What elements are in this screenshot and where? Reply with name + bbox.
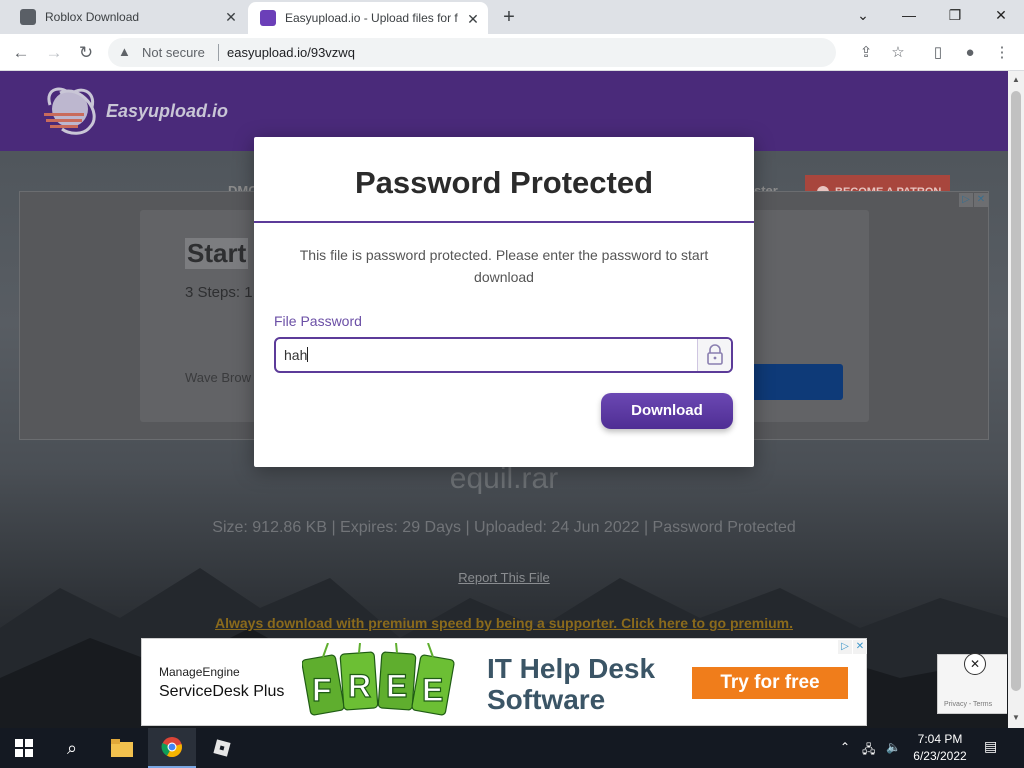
forward-button[interactable]: → [42,41,66,65]
title-divider [254,221,754,223]
address-bar[interactable]: ▲ Not secure easyupload.io/93vzwq [108,38,836,67]
tab-roblox-download[interactable]: Roblox Download ✕ [8,0,246,34]
roblox-icon [213,739,231,757]
browser-toolbar: ← → ↻ ▲ Not secure easyupload.io/93vzwq … [0,34,1024,71]
url-text[interactable]: easyupload.io/93vzwq [227,45,355,60]
ad-product: ServiceDesk Plus [159,683,285,700]
dialog-title: Password Protected [354,165,654,200]
scroll-down-icon[interactable]: ▼ [1012,713,1020,722]
clock-time: 7:04 PM [917,732,963,746]
bottom-advertisement[interactable]: ▷ ✕ ManageEngine ServiceDesk Plus F R E … [141,638,867,726]
windows-logo-icon [15,739,33,757]
profile-avatar-icon[interactable]: ● [958,41,982,65]
ad-headline-line-1: IT Help Desk [487,653,656,684]
scrollbar-thumb[interactable] [1011,91,1021,691]
folder-icon [111,739,133,757]
system-clock[interactable]: 7:04 PM 6/23/2022 [908,731,972,765]
new-tab-button[interactable]: + [498,6,520,28]
start-button[interactable] [0,728,48,768]
ad-close-icon[interactable]: ✕ [853,640,867,654]
show-hidden-icons[interactable]: ⌃ [840,740,850,754]
restore-button[interactable]: ❐ [932,0,978,30]
password-label: File Password [274,313,362,329]
divider [218,44,219,61]
free-letter: E [422,672,443,708]
free-tags-graphic: F R E E [302,643,455,716]
notifications-icon[interactable]: ▤ [984,738,997,755]
tab-easyupload[interactable]: Easyupload.io - Upload files for f ✕ [248,2,488,34]
free-letter: E [386,668,407,704]
bookmark-star-icon[interactable]: ☆ [886,41,910,65]
menu-kebab-icon[interactable]: ⋮ [990,41,1014,65]
security-label[interactable]: Not secure [142,45,205,60]
ad-choices-icon[interactable]: ▷ [838,640,852,654]
download-button[interactable]: Download [601,393,733,429]
scroll-up-icon[interactable]: ▲ [1012,75,1020,84]
tab-strip: Roblox Download ✕ Easyupload.io - Upload… [0,0,1024,34]
tab-title: Easyupload.io - Upload files for f [285,11,458,25]
tab-search-icon[interactable]: ⌄ [840,0,886,30]
close-window-button[interactable]: ✕ [978,0,1024,30]
windows-taskbar: ⌕ ⌃ 🖧 🔈 7:04 PM 6/23/2022 ▤ [0,728,1024,768]
file-explorer-icon[interactable] [98,728,146,768]
chrome-taskbar-button[interactable] [148,728,196,768]
volume-icon[interactable]: 🔈 [886,740,901,754]
network-icon[interactable]: 🖧 [862,740,875,761]
free-letter: F [312,672,332,708]
easyupload-favicon-icon [260,10,276,26]
web-page: Easyupload.io DMC ster BECOME A PATRON ▷… [0,71,1008,728]
close-tab-icon[interactable]: ✕ [466,12,480,26]
tab-title: Roblox Download [45,10,140,24]
reload-button[interactable]: ↻ [74,41,98,65]
side-panel-icon[interactable]: ▯ [926,41,950,65]
password-dialog: Password Protected This file is password… [254,137,754,467]
clock-date: 6/23/2022 [913,749,967,763]
roblox-favicon-icon [20,9,36,25]
free-letter: R [348,668,371,704]
ad-brand: ManageEngine [159,665,240,679]
minimize-button[interactable]: — [886,0,932,30]
ad-headline-line-2: Software [487,684,606,715]
close-tab-icon[interactable]: ✕ [224,10,238,24]
chrome-icon [161,737,182,758]
captcha-text[interactable]: Privacy - Terms [944,701,992,708]
password-input[interactable]: hah [284,347,684,365]
lock-icon [707,344,723,365]
try-for-free-button[interactable]: Try for free [692,667,848,699]
ad-headline: IT Help Desk Software [487,653,655,715]
password-value[interactable]: hah [284,347,307,363]
back-button[interactable]: ← [9,41,33,65]
dialog-message: This file is password protected. Please … [299,247,709,285]
search-icon[interactable]: ⌕ [48,728,96,768]
page-scrollbar[interactable]: ▲ ▼ [1008,71,1024,728]
recaptcha-badge[interactable]: ✕ Privacy - Terms [937,653,1007,714]
close-icon[interactable]: ✕ [964,653,986,675]
text-caret [307,347,309,362]
lock-addon [697,339,731,371]
warning-icon[interactable]: ▲ [118,44,131,59]
roblox-taskbar-button[interactable] [198,728,246,768]
password-field[interactable]: hah [274,337,733,373]
share-icon[interactable]: ⇪ [854,41,878,65]
